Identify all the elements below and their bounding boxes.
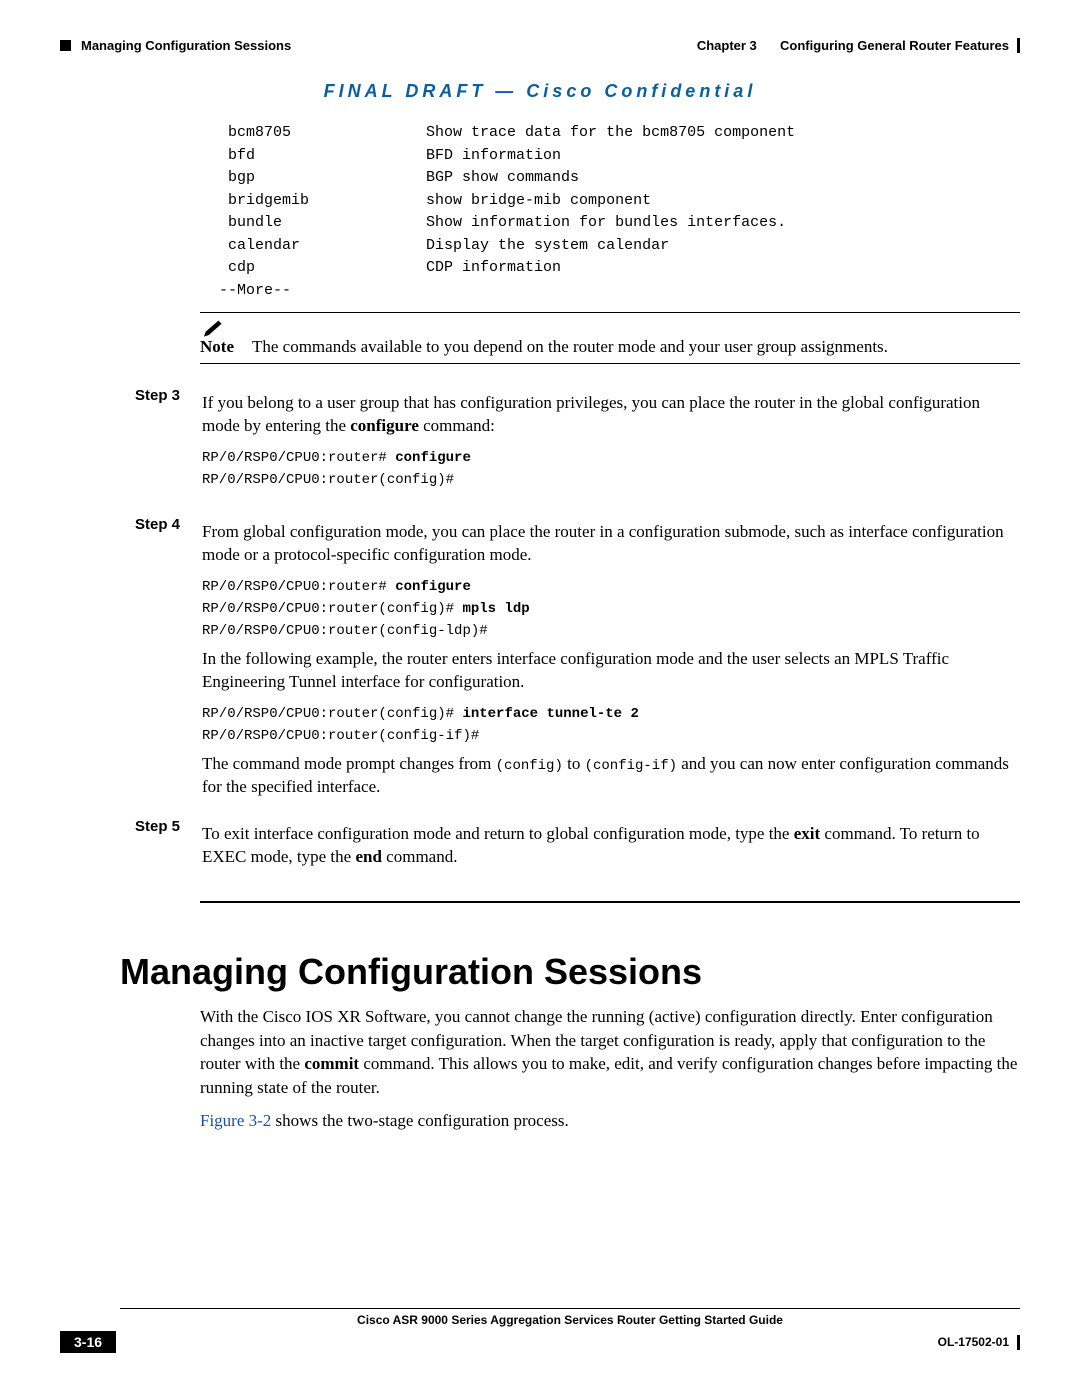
step-5: Step 5 To exit interface configuration m… [60, 817, 1020, 879]
step-3-text: If you belong to a user group that has c… [202, 392, 1020, 438]
note-text: The commands available to you depend on … [252, 319, 1020, 357]
header-marker-left [60, 40, 71, 51]
page-footer: Cisco ASR 9000 Series Aggregation Servic… [60, 1308, 1020, 1353]
cli-help-output: bcm8705 Show trace data for the bcm8705 … [210, 122, 1020, 302]
step-4-text-c: The command mode prompt changes from (co… [202, 753, 1020, 799]
footer-guide-title: Cisco ASR 9000 Series Aggregation Servic… [120, 1308, 1020, 1327]
note-block: Note The commands available to you depen… [200, 312, 1020, 364]
header-chapter-title: Configuring General Router Features [780, 38, 1009, 53]
header-marker-right [1017, 38, 1020, 53]
header-section: Managing Configuration Sessions [81, 38, 291, 53]
step-4-text-a: From global configuration mode, you can … [202, 521, 1020, 567]
section-heading: Managing Configuration Sessions [120, 951, 1020, 993]
step-4-cli-b: RP/0/RSP0/CPU0:router(config)# interface… [202, 704, 1020, 747]
footer-doc-id: OL-17502-01 [938, 1335, 1009, 1349]
step-5-text: To exit interface configuration mode and… [202, 823, 1020, 869]
figure-link[interactable]: Figure 3-2 [200, 1111, 271, 1130]
step-3-cli: RP/0/RSP0/CPU0:router# configure RP/0/RS… [202, 448, 1020, 491]
step-4-cli-a: RP/0/RSP0/CPU0:router# configure RP/0/RS… [202, 577, 1020, 642]
note-label: Note [200, 337, 234, 357]
page-header: Managing Configuration Sessions Chapter … [60, 38, 1020, 53]
step-4: Step 4 From global configuration mode, y… [60, 515, 1020, 809]
step-label: Step 5 [120, 817, 180, 879]
divider [200, 901, 1020, 903]
header-chapter-label: Chapter 3 [697, 38, 757, 53]
step-4-text-b: In the following example, the router ent… [202, 648, 1020, 694]
step-label: Step 4 [120, 515, 180, 809]
pencil-icon [204, 319, 230, 337]
section-paragraph-1: With the Cisco IOS XR Software, you cann… [200, 1005, 1020, 1099]
draft-banner: FINAL DRAFT — Cisco Confidential [60, 81, 1020, 102]
page-number: 3-16 [60, 1331, 116, 1353]
section-paragraph-2: Figure 3-2 shows the two-stage configura… [200, 1109, 1020, 1132]
step-3: Step 3 If you belong to a user group tha… [60, 386, 1020, 497]
footer-marker [1017, 1335, 1020, 1350]
step-label: Step 3 [120, 386, 180, 497]
